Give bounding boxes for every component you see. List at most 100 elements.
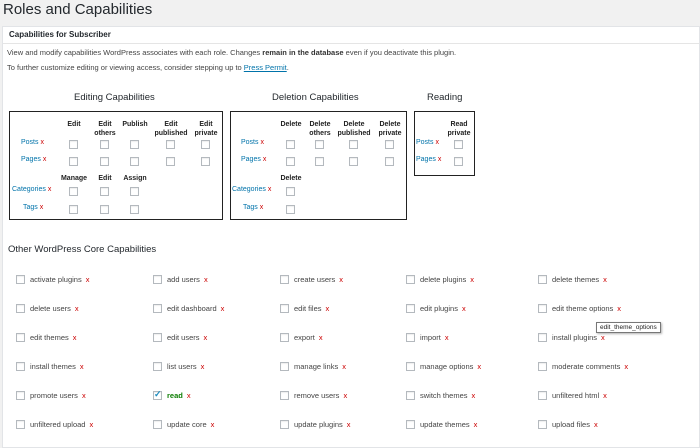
editing-checkbox[interactable] (201, 140, 210, 149)
core-capability-item[interactable]: update themes x (406, 420, 477, 429)
reading-checkbox[interactable] (454, 157, 463, 166)
core-capability-item[interactable]: edit users x (153, 333, 207, 342)
core-capability-item[interactable]: manage options x (406, 362, 481, 371)
remove-x-icon[interactable]: x (86, 275, 90, 284)
capability-checkbox[interactable] (538, 420, 547, 429)
remove-x-icon[interactable]: x (260, 204, 264, 211)
deletion-checkbox[interactable] (286, 157, 295, 166)
press-permit-link[interactable]: Press Permit (244, 63, 287, 72)
editing-checkbox[interactable] (201, 157, 210, 166)
remove-x-icon[interactable]: x (201, 362, 205, 371)
reading-row-label[interactable]: Pages x (416, 156, 441, 163)
remove-x-icon[interactable]: x (268, 186, 272, 193)
capability-checkbox[interactable] (280, 391, 289, 400)
core-capability-item[interactable]: delete themes x (538, 275, 607, 284)
capability-checkbox[interactable] (280, 304, 289, 313)
remove-x-icon[interactable]: x (436, 139, 440, 146)
capability-checkbox[interactable] (280, 275, 289, 284)
core-capability-item[interactable]: edit files x (280, 304, 329, 313)
remove-x-icon[interactable]: x (462, 304, 466, 313)
remove-x-icon[interactable]: x (594, 420, 598, 429)
capability-checkbox[interactable] (406, 333, 415, 342)
core-capability-item[interactable]: add users x (153, 275, 208, 284)
editing-taxonomy-checkbox[interactable] (100, 187, 109, 196)
deletion-taxonomy-row-label[interactable]: Categories x (232, 186, 271, 193)
core-capability-item[interactable]: list users x (153, 362, 204, 371)
capability-checkbox[interactable] (406, 362, 415, 371)
core-capability-item[interactable]: manage links x (280, 362, 346, 371)
editing-taxonomy-checkbox[interactable] (130, 205, 139, 214)
reading-row-label[interactable]: Posts x (416, 139, 439, 146)
remove-x-icon[interactable]: x (342, 362, 346, 371)
capability-checkbox[interactable] (538, 391, 547, 400)
deletion-row-label[interactable]: Pages x (241, 156, 266, 163)
capability-checkbox[interactable] (153, 304, 162, 313)
remove-x-icon[interactable]: x (601, 333, 605, 342)
deletion-taxonomy-checkbox[interactable] (286, 187, 295, 196)
editing-checkbox[interactable] (100, 140, 109, 149)
capability-checkbox[interactable] (153, 333, 162, 342)
capability-checkbox[interactable] (280, 362, 289, 371)
core-capability-item[interactable]: readx (153, 389, 191, 400)
editing-checkbox[interactable] (130, 140, 139, 149)
remove-x-icon[interactable]: x (73, 333, 77, 342)
remove-x-icon[interactable]: x (41, 139, 45, 146)
remove-x-icon[interactable]: x (477, 362, 481, 371)
remove-x-icon[interactable]: x (204, 333, 208, 342)
remove-x-icon[interactable]: x (319, 333, 323, 342)
remove-x-icon[interactable]: x (470, 275, 474, 284)
editing-checkbox[interactable] (166, 140, 175, 149)
remove-x-icon[interactable]: x (211, 420, 215, 429)
remove-x-icon[interactable]: x (204, 275, 208, 284)
editing-row-label[interactable]: Posts x (21, 139, 44, 146)
capability-checkbox[interactable] (16, 275, 25, 284)
remove-x-icon[interactable]: x (474, 420, 478, 429)
core-capability-item[interactable]: activate plugins x (16, 275, 89, 284)
deletion-checkbox[interactable] (286, 140, 295, 149)
remove-x-icon[interactable]: x (472, 391, 476, 400)
capability-checkbox[interactable] (16, 304, 25, 313)
remove-x-icon[interactable]: x (343, 391, 347, 400)
core-capability-item[interactable]: moderate comments x (538, 362, 628, 371)
capability-checkbox[interactable] (16, 391, 25, 400)
core-capability-item[interactable]: edit plugins x (406, 304, 466, 313)
deletion-checkbox[interactable] (385, 157, 394, 166)
capability-checkbox[interactable] (16, 362, 25, 371)
reading-checkbox[interactable] (454, 140, 463, 149)
capability-checkbox[interactable] (16, 333, 25, 342)
core-capability-item[interactable]: install themes x (16, 362, 84, 371)
editing-taxonomy-checkbox[interactable] (69, 205, 78, 214)
editing-checkbox[interactable] (69, 140, 78, 149)
remove-x-icon[interactable]: x (43, 156, 47, 163)
remove-x-icon[interactable]: x (326, 304, 330, 313)
remove-x-icon[interactable]: x (82, 391, 86, 400)
deletion-checkbox[interactable] (315, 140, 324, 149)
remove-x-icon[interactable]: x (438, 156, 442, 163)
core-capability-item[interactable]: export x (280, 333, 323, 342)
core-capability-item[interactable]: update plugins x (280, 420, 351, 429)
core-capability-item[interactable]: upload files x (538, 420, 598, 429)
core-capability-item[interactable]: edit theme options x (538, 304, 621, 313)
capability-checkbox[interactable] (153, 362, 162, 371)
remove-x-icon[interactable]: x (80, 362, 84, 371)
core-capability-item[interactable]: delete users x (16, 304, 79, 313)
core-capability-item[interactable]: promote users x (16, 391, 86, 400)
remove-x-icon[interactable]: x (75, 304, 79, 313)
editing-checkbox[interactable] (130, 157, 139, 166)
deletion-checkbox[interactable] (315, 157, 324, 166)
editing-taxonomy-row-label[interactable]: Categories x (12, 186, 51, 193)
remove-x-icon[interactable]: x (40, 204, 44, 211)
remove-x-icon[interactable]: x (89, 420, 93, 429)
core-capability-item[interactable]: edit dashboard x (153, 304, 224, 313)
core-capability-item[interactable]: edit themes x (16, 333, 77, 342)
remove-x-icon[interactable]: x (48, 186, 52, 193)
capability-checkbox[interactable] (538, 333, 547, 342)
remove-x-icon[interactable]: x (603, 275, 607, 284)
core-capability-item[interactable]: unfiltered upload x (16, 420, 93, 429)
core-capability-item[interactable]: create users x (280, 275, 343, 284)
editing-taxonomy-checkbox[interactable] (100, 205, 109, 214)
capability-checkbox[interactable] (406, 275, 415, 284)
deletion-checkbox[interactable] (385, 140, 394, 149)
deletion-taxonomy-row-label[interactable]: Tags x (243, 204, 263, 211)
editing-taxonomy-checkbox[interactable] (69, 187, 78, 196)
